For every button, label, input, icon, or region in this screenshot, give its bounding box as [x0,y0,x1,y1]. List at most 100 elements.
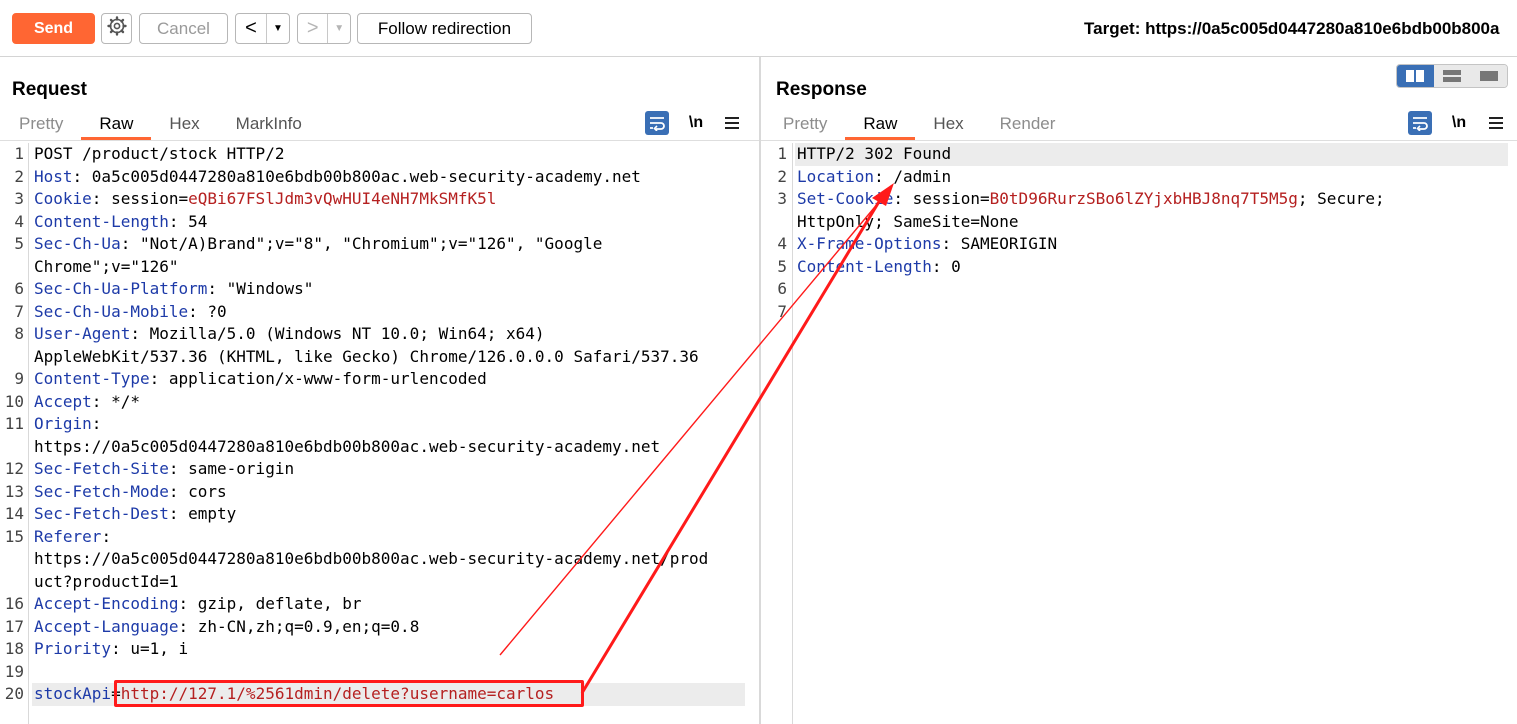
line-number: 7 [14,301,24,321]
header-value: : [168,481,189,501]
header-name: Set-Cookie [797,189,894,208]
toolbar: Send Cancel < ▼ > ▼ Follow redirection T… [0,0,1517,57]
header-name: Content-Length [797,256,932,276]
header-name: Content-Length [34,211,169,231]
code-line: 2 Location: /admin [777,166,1508,189]
tab-pretty[interactable]: Pretty [1,112,81,138]
cancel-button[interactable]: Cancel [139,13,228,44]
code-text: Sec-Fetch-Site: same-origin [34,458,294,481]
tabs-layout-icon[interactable] [1470,65,1507,87]
menu-icon[interactable] [1484,111,1508,135]
tab-raw[interactable]: Raw [81,112,152,140]
code-text: Accept: */* [34,391,140,414]
header-value: https://0a5c005d0447280a810e6bdb00b800ac… [34,549,709,568]
code-line: 14 Sec-Fetch-Dest: empty [5,503,745,526]
tab-markinfo[interactable]: MarkInfo [218,112,320,138]
header-name: Referer [34,526,102,546]
code-text: Accept-Language: zh-CN,zh;q=0.9,en;q=0.8 [34,616,419,639]
line-number: 4 [14,211,24,231]
side-by-side-layout-icon[interactable] [1397,65,1434,87]
chevron-left-icon: < [245,17,257,39]
code-text: HttpOnly; SameSite=None [797,211,1019,234]
code-line: Chrome";v="126" [32,256,745,279]
header-name: stockApi [34,684,112,703]
header-value: 0a5c005d0447280a810e6bdb00b800ac.web-sec… [91,166,641,186]
code-text: Sec-Ch-Ua-Mobile: ?0 [34,301,227,324]
code-line: 12 Sec-Fetch-Site: same-origin [5,458,745,481]
response-tabs: Pretty Raw Hex Render [765,112,1073,140]
code-text: Content-Length: 54 [34,211,207,234]
header-value: : [178,594,198,613]
header-name: X-Frame-Options [797,234,942,253]
code-line: 11 Origin: [5,413,745,436]
header-name: Content-Type [34,369,150,388]
line-number: 13 [4,481,24,501]
header-value: : [178,616,198,636]
code-text: Sec-Fetch-Dest: empty [34,503,236,526]
line-number: 1 [777,144,787,163]
tab-render[interactable]: Render [982,112,1074,138]
menu-icon[interactable] [720,111,744,135]
header-value: : [72,166,92,186]
header-name: Sec-Ch-Ua [34,234,121,253]
header-value: /admin [893,166,952,186]
forward-button[interactable]: > ▼ [297,13,351,44]
highlight-box [114,680,584,707]
send-button[interactable]: Send [12,13,95,44]
header-name: Accept-Language [34,616,179,636]
code-line: 5 Content-Length: 0 [777,256,1508,279]
gear-icon [106,16,127,41]
request-editor[interactable]: 1 POST /product/stock HTTP/2 2 Host: 0a5c00… [0,143,759,724]
dropdown-icon[interactable]: ▼ [267,23,289,34]
dropdown-icon[interactable]: ▼ [328,23,350,34]
header-value: "Not/A)Brand";v="8", "Chromium";v="126",… [139,234,603,253]
line-number: 16 [4,594,24,613]
header-value: : [130,324,150,343]
newline-icon[interactable]: \n [684,111,708,135]
code-line: 6 [777,278,1508,301]
header-value: Chrome";v="126" [34,256,179,276]
tab-raw[interactable]: Raw [845,112,916,140]
header-name: Sec-Fetch-Site [34,459,169,478]
response-editor[interactable]: 1 HTTP/2 302 Found 2 Location: /admin 3 Set-C… [761,143,1517,724]
header-value: uct?productId=1 [34,571,179,591]
word-wrap-icon[interactable] [1408,111,1432,135]
header-value: : [893,189,913,208]
header-value: : [168,459,189,478]
newline-icon[interactable]: \n [1447,111,1471,135]
tab-hex[interactable]: Hex [915,112,981,138]
line-number: 17 [4,616,24,636]
code-line: 7 [777,301,1508,324]
code-line: 13 Sec-Fetch-Mode: cors [5,481,745,504]
tab-pretty[interactable]: Pretty [765,112,845,138]
code-line: 3 Cookie: session=eQBi67FSlJdm3vQwHUI4eNH… [14,188,745,211]
top-bottom-layout-icon[interactable] [1433,65,1471,87]
header-name: Accept [34,391,92,411]
header-name: Priority [34,639,112,658]
tab-hex[interactable]: Hex [151,112,217,138]
back-button[interactable]: < ▼ [235,13,290,44]
code-line: 16 Accept-Encoding: gzip, deflate, br [5,593,745,616]
header-value: empty [188,504,237,523]
code-text: HTTP/2 302 Found [797,143,951,166]
response-title: Response [776,79,867,100]
line-number: 6 [777,279,787,298]
line-number: 11 [4,414,24,433]
header-value: */* [111,391,140,411]
line-number: 6 [14,279,24,298]
code-line: 15 Referer: [5,526,745,549]
header-value: : [168,504,189,523]
code-text: Chrome";v="126" [34,256,179,279]
code-line: 1 HTTP/2 302 Found [777,143,1508,166]
code-text: Set-Cookie: session=B0tD96RurzSBo6lZYjxb… [797,188,1385,211]
code-line: 18 Priority: u=1, i [5,638,745,661]
header-value: ?0 [207,301,227,321]
code-text: X-Frame-Options: SAMEORIGIN [797,233,1057,256]
code-line: https://0a5c005d0447280a810e6bdb00b800ac… [32,548,745,571]
header-value: : [168,211,189,231]
settings-button[interactable] [101,13,132,44]
follow-redirection-button[interactable]: Follow redirection [357,13,532,44]
code-text: Sec-Ch-Ua-Platform: "Windows" [34,278,313,301]
word-wrap-icon[interactable] [645,111,669,135]
header-value: : [874,166,894,186]
